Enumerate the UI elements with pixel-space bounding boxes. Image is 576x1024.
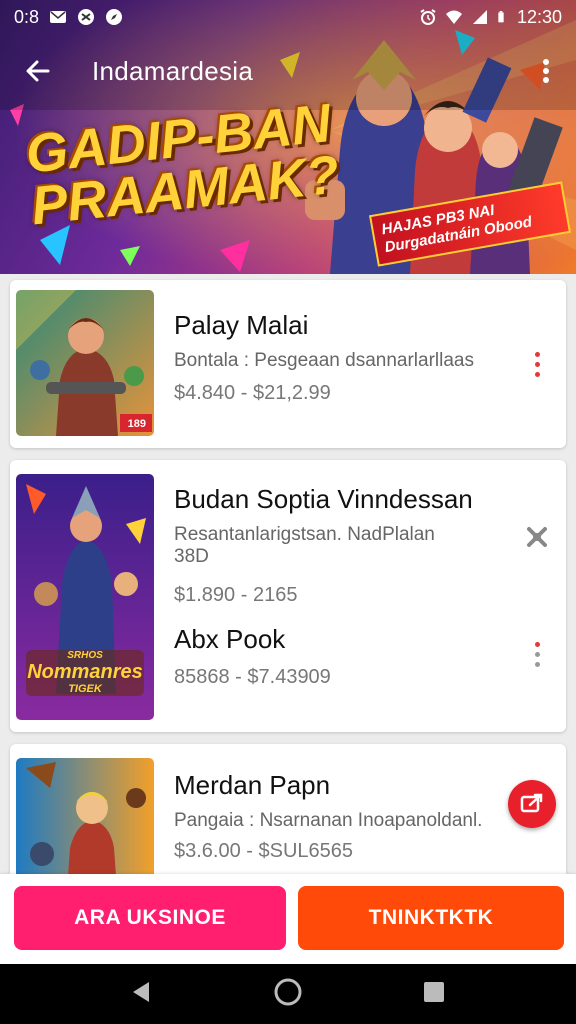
product-subtitle-line1: Resantanlarigstsan. NadPlalan [174,524,435,545]
poster-text-line1: SRHOS [67,650,103,661]
card-tools-button[interactable] [524,524,550,550]
product-subtitle: Pangaia : Nsarnanan Inoapanoldanl. [174,810,483,831]
alarm-icon [420,9,436,25]
nav-back-button[interactable] [129,979,155,1010]
product-thumbnail [16,758,154,874]
status-bar: 0:8 12:30 [0,0,576,34]
app-bar: Indamardesia [0,46,576,96]
poster-text-line2: Nommanres [27,661,143,683]
nav-back-icon [133,981,149,1002]
signal-icon [472,10,487,24]
card-menu-button[interactable] [524,344,550,384]
app-title: Indamardesia [92,55,254,86]
status-time: 12:30 [516,6,562,27]
app-notification-icon [78,9,95,25]
back-arrow-icon [26,60,50,82]
product-card[interactable]: Merdan Papn Pangaia : Nsarnanan Inoapano… [10,744,566,874]
product-title: Budan Soptia Vinndessan [174,484,473,514]
product-price: $3.6.00 - $SUL6565 [174,840,354,862]
product-second-title: Abx Pook [174,624,286,654]
overflow-menu-button[interactable] [526,46,566,96]
product-subtitle: Bontala : Pesgeaan dsannarlarllaas [174,350,474,371]
product-thumbnail-art [16,758,154,874]
product-title: Palay Malai [174,310,309,340]
mail-notification-icon [50,11,67,23]
secondary-action-button[interactable]: TNINKTKTK [298,886,564,950]
more-vert-icon [543,59,549,83]
product-second-price: 85868 - $7.43909 [174,666,331,688]
share-fab[interactable] [508,780,556,828]
tools-icon [527,527,547,547]
nav-recents-button[interactable] [421,979,447,1010]
product-title: Merdan Papn [174,770,331,800]
product-price: $1.890 - 2165 [174,584,298,606]
status-right: 12:30 [419,7,562,28]
battery-icon [498,11,504,23]
poster-title: SRHOS Nommanres TIGEK [16,650,154,695]
status-time-left: 0:8 [14,6,40,27]
share-icon [520,793,543,813]
hero-banner[interactable]: 0:8 12:30 Indamardesia GADIP-BAN PRAAMAK… [0,0,576,274]
compass-notification-icon [106,9,123,25]
nav-home-icon [274,978,302,1005]
nav-home-button[interactable] [273,977,303,1012]
nav-recents-icon [424,981,444,1002]
product-thumbnail: 189 [16,290,154,436]
wifi-icon [445,10,462,24]
product-list[interactable]: 189 Palay Malai Bontala : Pesgeaan dsann… [0,274,576,874]
product-thumbnail: SRHOS Nommanres TIGEK [16,474,154,720]
product-badge: 189 [127,418,146,430]
product-card[interactable]: 189 Palay Malai Bontala : Pesgeaan dsann… [10,280,566,448]
card-menu-button[interactable] [524,634,550,674]
system-nav-bar [0,964,576,1024]
product-card[interactable]: SRHOS Nommanres TIGEK Budan Soptia Vinnd… [10,460,566,732]
product-thumbnail-art [16,290,154,436]
poster-text-line3: TIGEK [68,683,102,695]
app-screen: 0:8 12:30 Indamardesia GADIP-BAN PRAAMAK… [0,0,576,1024]
product-price: $4.840 - $21,2.99 [174,382,331,404]
primary-action-button[interactable]: ARA UKSINOE [14,886,286,950]
product-subtitle-line2: 38D [174,546,209,567]
back-button[interactable] [10,46,66,96]
status-left: 0:8 [14,7,123,28]
action-bar: ARA UKSINOE TNINKTKTK [0,874,576,964]
